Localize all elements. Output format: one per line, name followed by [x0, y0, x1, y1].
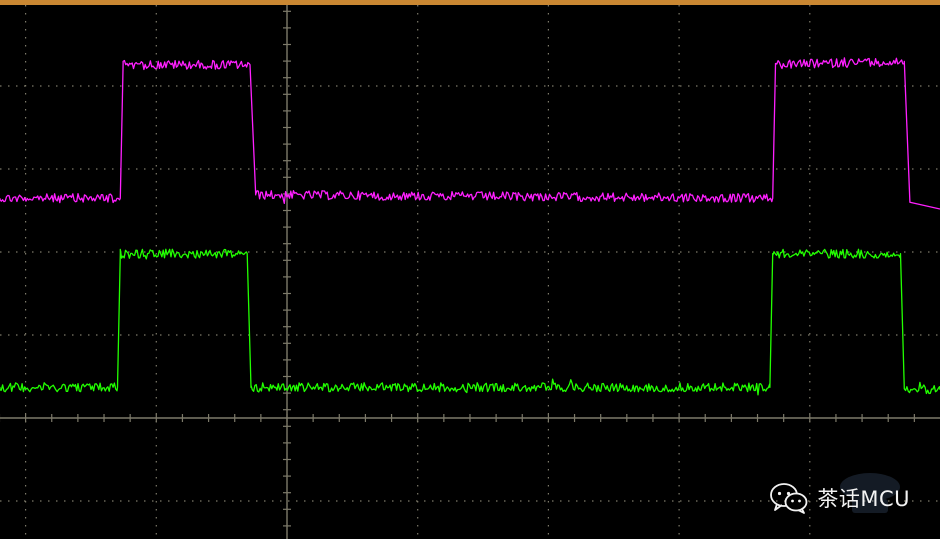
traces — [0, 57, 940, 396]
waveform-trace-1 — [0, 57, 940, 210]
watermark-text: 茶话MCU — [817, 487, 910, 511]
grid — [0, 2, 940, 539]
waveform-plot — [0, 2, 940, 539]
oscilloscope-display: 茶话MCU — [0, 0, 940, 539]
wechat-icon — [770, 483, 808, 514]
waveform-trace-2 — [0, 248, 940, 396]
top-status-bar — [0, 0, 940, 5]
wechat-watermark: 茶话MCU — [769, 482, 910, 514]
